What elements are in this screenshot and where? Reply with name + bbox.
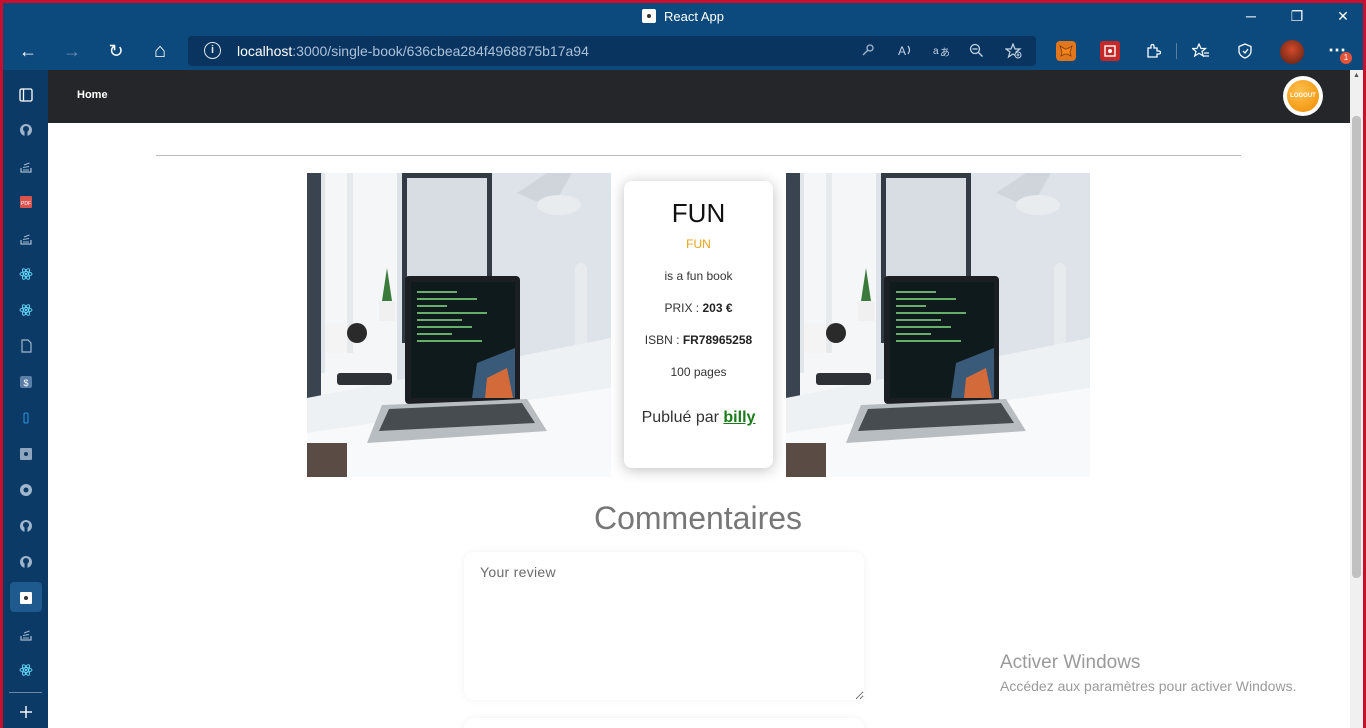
second-review-box[interactable] [464,718,864,728]
window-title-text: React App [664,9,724,24]
review-textarea[interactable] [464,552,864,700]
window-title-bar: React App ─ ❐ ✕ [0,0,1366,32]
restore-button[interactable]: ❐ [1274,0,1320,32]
price-value: 203 € [702,301,733,315]
published-by-label: Publué par [641,409,724,426]
site-info-icon[interactable]: i [204,42,221,59]
book-title: FUN [671,198,726,228]
react-app-tab-icon[interactable] [18,590,34,606]
translate-icon[interactable]: aあ [933,43,950,60]
github-icon-3[interactable] [18,554,34,570]
svg-text:あ: あ [940,47,949,57]
browser-sidebar: PDF $ [3,70,48,728]
book-price: PRIX : 203 € [624,301,773,315]
app-header: Home LOGOUT [48,70,1350,123]
divider [156,155,1241,156]
address-bar[interactable]: i localhost:3000/single-book/636cbea284f… [188,36,1036,66]
book-image-right [786,173,1090,477]
published-by: Publué par billy [624,409,773,427]
activation-title: Activer Windows [1000,652,1141,673]
svg-text:$: $ [24,378,29,388]
book-isbn: ISBN : FR78965258 [624,333,773,347]
github-icon-2[interactable] [18,518,34,534]
extensions-puzzle-icon[interactable] [1143,41,1163,61]
forward-button[interactable]: → [57,36,87,66]
book-genre: FUN [686,237,711,251]
document-icon[interactable] [18,338,34,354]
home-button[interactable]: ⌂ [145,36,175,66]
author-link[interactable]: billy [723,409,755,426]
url-text[interactable]: localhost:3000/single-book/636cbea284f49… [237,43,589,59]
page-viewport: Home LOGOUT FUN FUN is a fun book PRIX:… [48,70,1350,728]
page-scrollbar[interactable]: ▲ [1350,70,1363,728]
nav-home-link[interactable]: Home [77,89,108,101]
scroll-up-arrow-icon[interactable]: ▲ [1350,72,1363,79]
windows-activation-watermark: Activer Windows Accédez aux paramètres p… [1000,652,1296,694]
scrollbar-thumb[interactable] [1352,116,1361,578]
book-description: is a fun book [664,269,733,283]
logout-label: LOGOUT [1287,80,1319,112]
react-favicon-icon [642,9,656,23]
react-icon[interactable] [18,266,34,282]
stack-icon[interactable] [18,158,34,174]
sidebar-divider [9,692,42,693]
profile-avatar[interactable] [1280,40,1304,64]
comments-heading: Commentaires [593,500,803,536]
react-icon-3[interactable] [18,662,34,678]
github-icon[interactable] [18,122,34,138]
minimize-button[interactable]: ─ [1228,0,1274,32]
react-icon-2[interactable] [18,302,34,318]
book-details-card: FUN FUN is a fun book PRIX : 203 € ISBN … [624,181,773,468]
chrome-icon[interactable] [18,482,34,498]
isbn-value: FR78965258 [682,333,753,347]
refresh-button[interactable]: ↻ [101,36,131,66]
read-aloud-icon[interactable]: A [898,43,914,60]
pdf-icon[interactable]: PDF [18,194,34,210]
zoom-out-icon[interactable] [969,43,984,61]
book-image-left [307,173,611,477]
stack-icon-2[interactable] [18,230,34,246]
back-button[interactable]: ← [13,36,43,66]
metamask-extension-icon[interactable] [1056,41,1076,61]
svg-text:PDF: PDF [21,201,31,207]
svg-text:A: A [898,44,906,57]
title-bar-highlight [563,0,803,2]
logout-button[interactable]: LOGOUT [1283,76,1323,116]
favorites-icon[interactable] [1191,41,1211,61]
stack-icon-3[interactable] [18,626,34,642]
dollar-icon[interactable]: $ [18,374,34,390]
phone-icon[interactable] [18,410,34,426]
notification-badge: 1 [1340,52,1352,64]
red-extension-icon[interactable] [1100,41,1120,61]
close-button[interactable]: ✕ [1320,0,1366,32]
book-pages: 100 pages [670,365,727,379]
browser-essentials-icon[interactable] [1235,41,1255,61]
activation-subtitle: Accédez aux paramètres pour activer Wind… [1000,678,1297,694]
url-path: :3000/single-book/636cbea284f4968875b17a… [292,43,589,59]
browser-toolbar: ← → ↻ ⌂ i localhost:3000/single-book/636… [0,32,1366,70]
url-host: localhost [237,43,293,59]
svg-text:a: a [933,46,939,57]
price-label: PRIX : [664,301,703,315]
isbn-label: ISBN : [644,333,683,347]
app-icon[interactable] [18,446,34,462]
add-favorite-icon[interactable] [1004,42,1022,62]
window-title: React App [0,9,1366,24]
sidebar-toggle-icon[interactable] [18,87,34,103]
toolbar-divider [1176,43,1177,59]
add-sidebar-item-icon[interactable] [18,704,34,720]
key-icon[interactable] [861,43,875,60]
